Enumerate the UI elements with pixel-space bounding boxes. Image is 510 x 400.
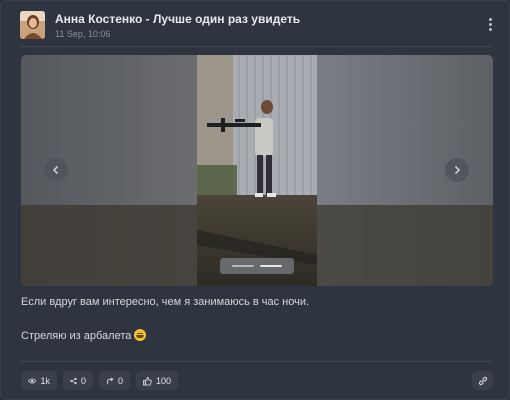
repost-arrow-icon [107,376,114,384]
photo [21,55,493,286]
header-divider [20,46,491,47]
footer-divider [20,361,491,362]
repost-button[interactable]: 0 [99,371,130,390]
shares-count: 0 [80,375,86,386]
vertical-dots-icon [488,17,492,21]
eye-icon [28,377,37,384]
post-card: Анна Костенко - Лучше один раз увидеть 1… [0,0,510,400]
carousel-dot-1[interactable] [232,265,254,267]
author-name[interactable]: Анна Костенко [55,12,142,26]
carousel-dot-2[interactable] [260,265,282,267]
media-carousel[interactable] [21,55,493,286]
carousel-prev-button[interactable] [44,158,68,182]
like-button[interactable]: 100 [136,371,178,390]
post-header-title: Анна Костенко - Лучше один раз увидеть [55,12,300,26]
chevron-left-icon [52,165,59,175]
title-separator: - [142,12,153,26]
link-icon [478,376,487,385]
avatar[interactable] [20,11,45,39]
carousel-pager [220,258,294,274]
views-count: 1k [40,375,50,386]
post-text-line-2: Стреляю из арбалета [21,329,147,342]
share-icon [70,377,77,384]
carousel-next-button[interactable] [445,158,469,182]
post-timestamp[interactable]: 11 Sep, 10:06 [55,29,110,39]
post-text-line-2-content: Стреляю из арбалета [21,330,132,342]
post-text-line-1: Если вдруг вам интересно, чем я занимаюс… [21,296,310,308]
share-button[interactable]: 0 [63,371,93,390]
copy-link-button[interactable] [472,371,493,390]
reposts-count: 0 [117,375,123,386]
grinning-face-icon [134,329,147,341]
chevron-right-icon [454,165,461,175]
likes-count: 100 [155,375,171,386]
page-name[interactable]: Лучше один раз увидеть [153,12,300,26]
more-options-button[interactable] [483,15,497,33]
views-counter[interactable]: 1k [21,371,57,390]
thumbs-up-icon [143,376,152,385]
